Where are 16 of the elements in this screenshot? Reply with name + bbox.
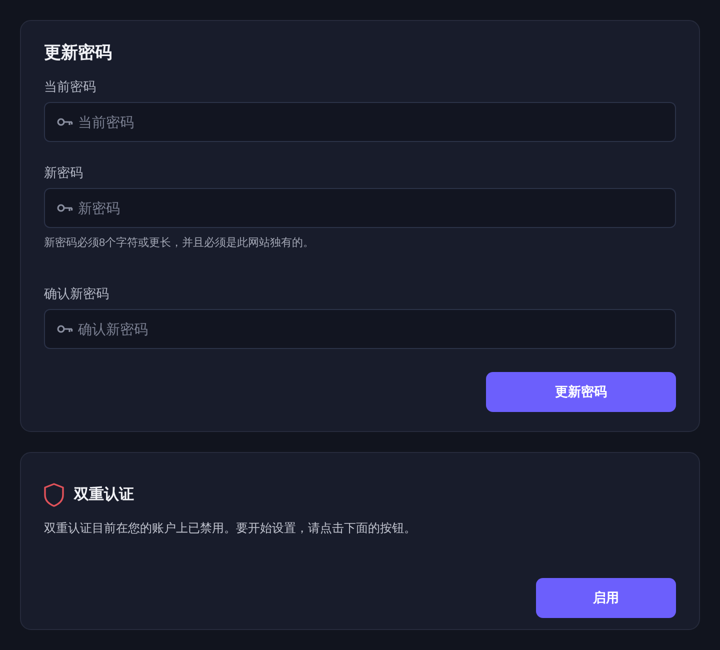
password-field[interactable]: 新密码 <box>44 188 676 228</box>
update-password-button[interactable]: 更新密码 <box>486 372 676 412</box>
field-label: 当前密码 <box>44 78 97 96</box>
password-field[interactable]: 当前密码 <box>44 102 676 142</box>
key-icon <box>57 325 73 333</box>
enable-button[interactable]: 启用 <box>536 578 676 618</box>
description-text: 双重认证目前在您的账户上已禁用。要开始设置，请点击下面的按钮。 <box>44 520 417 537</box>
shield-icon <box>44 483 64 507</box>
card-title: 更新密码 <box>44 42 113 64</box>
field-label: 新密码 <box>44 164 84 182</box>
key-icon <box>57 118 73 126</box>
card-title: 双重认证 <box>74 485 134 505</box>
key-icon <box>57 204 73 212</box>
field-label: 确认新密码 <box>44 285 110 303</box>
password-field[interactable]: 确认新密码 <box>44 309 676 349</box>
help-text: 新密码必须8个字符或更长，并且必须是此网站独有的。 <box>44 236 316 251</box>
